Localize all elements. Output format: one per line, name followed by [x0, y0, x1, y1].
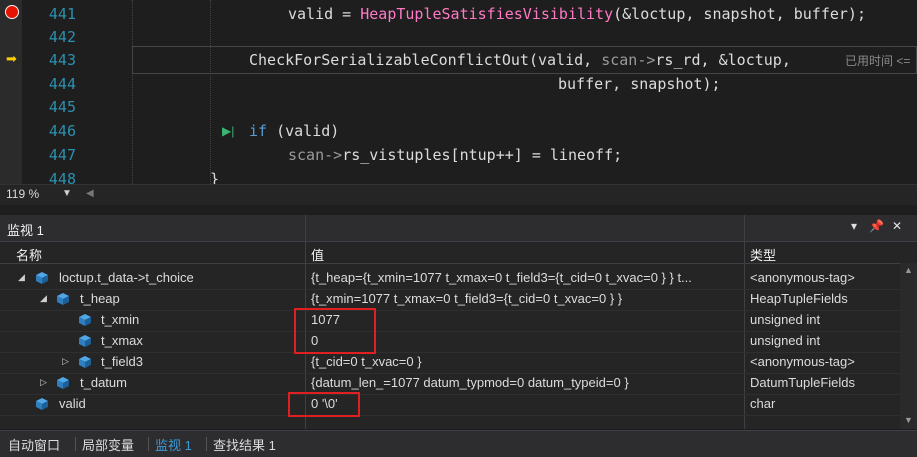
collapse-triangle-icon[interactable]: ◢: [40, 293, 47, 304]
tab-divider: [148, 437, 149, 451]
highlight-box: [294, 308, 376, 354]
variable-cube-icon: [36, 398, 48, 410]
code-text: scan->: [601, 51, 656, 69]
line-number: 444: [48, 75, 76, 93]
watch-type: <anonymous-tag>: [750, 354, 855, 369]
watch-value[interactable]: {t_cid=0 t_xvac=0 }: [311, 354, 741, 369]
watch-row[interactable]: t_xmax 0 unsigned int: [0, 331, 900, 353]
breakpoint-icon[interactable]: [5, 5, 19, 19]
line-number: 442: [48, 28, 76, 46]
line-number: 446: [48, 122, 76, 140]
watch-row[interactable]: ◢ loctup.t_data->t_choice {t_heap={t_xmi…: [0, 268, 900, 290]
code-line-447[interactable]: 447 scan->rs_vistuples[ntup++] = lineoff…: [0, 143, 917, 167]
watch-name: t_heap: [80, 291, 120, 306]
watch-name: t_datum: [80, 375, 127, 390]
watch-type: unsigned int: [750, 312, 821, 327]
zoom-level[interactable]: 119 %: [6, 187, 39, 201]
vertical-scrollbar[interactable]: ▲ ▼: [900, 263, 917, 429]
editor-status-bar: 119 % ▼ ◀: [0, 184, 917, 205]
watch-window: 监视 1 ▾ 📌 ✕ 名称 值 类型 ◢ loctup.t_data->t_ch…: [0, 215, 917, 429]
variable-cube-icon: [79, 314, 91, 326]
scroll-down-icon[interactable]: ▼: [904, 415, 913, 425]
watch-name: t_xmax: [101, 333, 143, 348]
function-name: HeapTupleSatisfiesVisibility: [360, 5, 614, 23]
variable-cube-icon: [79, 335, 91, 347]
code-line-446[interactable]: 446 if (valid): [0, 119, 917, 143]
highlight-box: [288, 392, 360, 417]
code-editor[interactable]: 441 valid = HeapTupleSatisfiesVisibility…: [0, 0, 917, 184]
variable-cube-icon: [36, 272, 48, 284]
code-line-443[interactable]: ➡ 443 CheckForSerializableConflictOut(va…: [0, 48, 917, 72]
watch-title-bar[interactable]: 监视 1 ▾ 📌 ✕: [0, 215, 917, 242]
watch-value[interactable]: {t_heap={t_xmin=1077 t_xmax=0 t_field3={…: [311, 270, 741, 285]
code-line-442[interactable]: 442: [0, 25, 917, 49]
line-number: 448: [48, 170, 76, 184]
variable-cube-icon: [57, 377, 69, 389]
window-menu-icon[interactable]: ▾: [851, 219, 857, 233]
code-text: scan->: [288, 146, 343, 164]
pin-icon[interactable]: 📌: [869, 219, 884, 233]
watch-value[interactable]: {datum_len_=1077 datum_typmod=0 datum_ty…: [311, 375, 741, 390]
scroll-up-icon[interactable]: ▲: [904, 265, 913, 275]
current-statement-arrow-icon: ➡: [6, 51, 17, 66]
line-number: 443: [48, 51, 76, 69]
code-line-444[interactable]: 444 buffer, snapshot);: [0, 72, 917, 96]
watch-type: <anonymous-tag>: [750, 270, 855, 285]
perf-tip[interactable]: 已用时间 <=: [845, 52, 910, 69]
variable-cube-icon: [57, 293, 69, 305]
watch-row[interactable]: ▷ t_field3 {t_cid=0 t_xvac=0 } <anonymou…: [0, 352, 900, 374]
line-number: 441: [48, 5, 76, 23]
close-icon[interactable]: ✕: [892, 219, 902, 233]
code-text: (valid): [267, 122, 340, 140]
watch-type: HeapTupleFields: [750, 291, 848, 306]
tab-watch-1[interactable]: 监视 1: [151, 435, 196, 454]
code-text: valid =: [288, 5, 361, 23]
keyword: if: [249, 122, 268, 140]
line-number: 445: [48, 98, 76, 116]
code-text: buffer, snapshot);: [558, 75, 721, 93]
code-text: rs_vistuples[ntup++] = lineoff;: [342, 146, 623, 164]
column-value[interactable]: 值: [311, 245, 324, 264]
code-text: CheckForSerializableConflictOut(valid,: [249, 51, 602, 69]
watch-row[interactable]: ◢ t_heap {t_xmin=1077 t_xmax=0 t_field3=…: [0, 289, 900, 311]
watch-type: char: [750, 396, 776, 411]
scroll-left-icon[interactable]: ◀: [86, 188, 94, 199]
tab-divider: [206, 437, 207, 451]
expand-triangle-icon[interactable]: ▷: [40, 377, 47, 388]
watch-name: t_xmin: [101, 312, 140, 327]
tab-autos[interactable]: 自动窗口: [4, 435, 64, 454]
tab-locals[interactable]: 局部变量: [78, 435, 138, 454]
tool-window-tabs: 自动窗口 局部变量 监视 1 查找结果 1: [0, 430, 917, 457]
code-line-445[interactable]: 445: [0, 95, 917, 119]
watch-name: valid: [59, 396, 86, 411]
watch-title: 监视 1: [7, 223, 44, 238]
tab-find-results-1[interactable]: 查找结果 1: [209, 435, 280, 454]
watch-name: loctup.t_data->t_choice: [59, 270, 194, 285]
collapse-triangle-icon[interactable]: ◢: [18, 272, 25, 283]
expand-triangle-icon[interactable]: ▷: [62, 356, 69, 367]
watch-type: DatumTupleFields: [750, 375, 856, 390]
code-line-441[interactable]: 441 valid = HeapTupleSatisfiesVisibility…: [0, 2, 917, 26]
zoom-dropdown-icon[interactable]: ▼: [62, 188, 72, 199]
code-text: }: [210, 170, 220, 184]
column-type[interactable]: 类型: [750, 245, 776, 264]
line-number: 447: [48, 146, 76, 164]
watch-row[interactable]: valid 0 '\0' char: [0, 394, 900, 416]
watch-value[interactable]: 0 '\0': [311, 396, 741, 411]
watch-name: t_field3: [101, 354, 143, 369]
watch-column-header: 名称 值 类型: [0, 242, 900, 264]
column-name[interactable]: 名称: [16, 245, 42, 264]
tab-divider: [75, 437, 76, 451]
watch-row[interactable]: t_xmin 1077 unsigned int: [0, 310, 900, 332]
watch-row[interactable]: ▷ t_datum {datum_len_=1077 datum_typmod=…: [0, 373, 900, 395]
watch-value[interactable]: {t_xmin=1077 t_xmax=0 t_field3={t_cid=0 …: [311, 291, 741, 306]
watch-type: unsigned int: [750, 333, 821, 348]
variable-cube-icon: [79, 356, 91, 368]
code-text: rs_rd, &loctup,: [655, 51, 800, 69]
code-text: (&loctup, snapshot, buffer);: [613, 5, 866, 23]
code-line-448[interactable]: 448 }: [0, 167, 917, 184]
